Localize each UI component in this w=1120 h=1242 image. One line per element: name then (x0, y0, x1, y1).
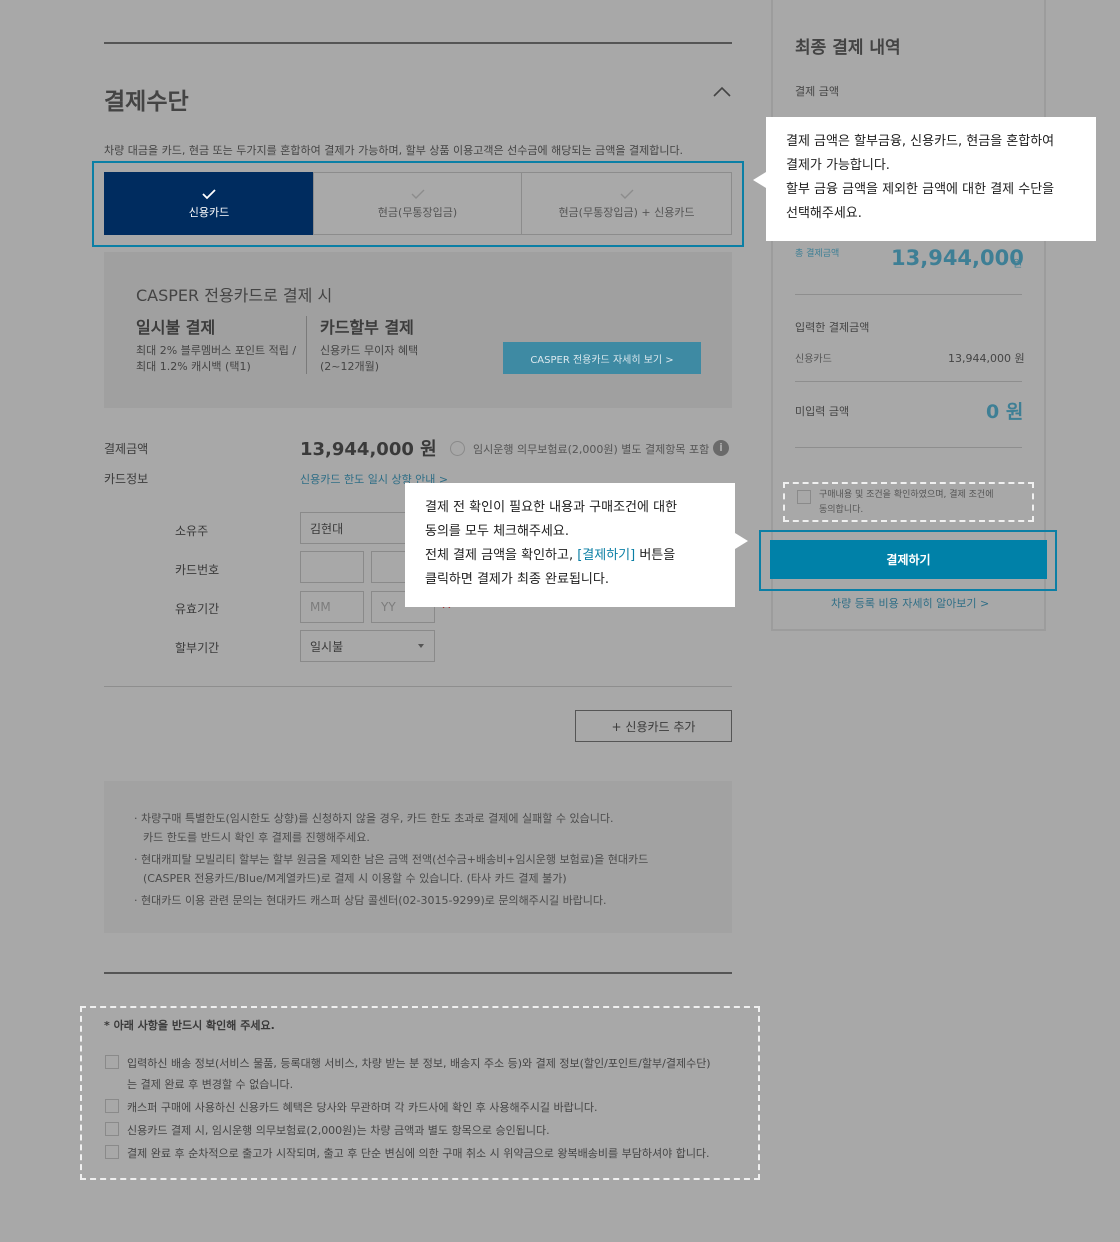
form-divider (104, 686, 732, 687)
chevron-up-icon[interactable] (712, 84, 732, 98)
section-title: 결제수단 (104, 89, 189, 115)
agree-line: 구매내용 및 조건을 확인하였으며, 결제 조건에 (819, 490, 994, 500)
dropdown-arrow-icon (418, 644, 424, 648)
notice-line: · 차량구매 특별한도(임시한도 상향)를 신청하지 않을 경우, 카드 한도 … (134, 812, 614, 825)
card-number-field-1[interactable] (300, 551, 364, 583)
agree-checkbox[interactable] (797, 490, 811, 504)
tooltip-line: 결제 전 확인이 필요한 내용과 구매조건에 대한 (425, 500, 678, 515)
confirm-checkbox-4[interactable] (105, 1145, 119, 1159)
total-value: 13,944,000 (891, 246, 1024, 270)
tooltip-arrow (735, 533, 748, 549)
tooltip-line: 결제 금액은 할부금융, 신용카드, 현금을 혼합하여 (786, 134, 1055, 149)
confirm-checkbox-3[interactable] (105, 1122, 119, 1136)
confirm-title: * 아래 사항을 반드시 확인해 주세요. (104, 1019, 275, 1032)
entered-amount-label: 입력한 결제금액 (795, 321, 870, 334)
tooltip-line: 클릭하면 결제가 최종 완료됩니다. (425, 572, 609, 587)
promo-lump-desc: 최대 2% 블루멤버스 포인트 적립 / (136, 344, 297, 357)
casper-card-detail-button[interactable]: CASPER 전용카드 자세히 보기 > (503, 342, 701, 374)
entered-card-label: 신용카드 (795, 354, 832, 365)
promo-install-desc: (2~12개월) (320, 360, 380, 373)
promo-title: CASPER 전용카드로 결제 시 (136, 286, 333, 305)
tabs-highlight-frame (92, 161, 744, 247)
summary-divider (795, 294, 1022, 295)
owner-label: 소유주 (175, 524, 209, 538)
tooltip-line: 할부 금융 금액을 제외한 금액에 대한 결제 수단을 (786, 182, 1055, 197)
installment-value: 일시불 (310, 639, 344, 654)
notice-line: (CASPER 전용카드/Blue/M계열카드)로 결제 시 이용할 수 있습니… (143, 872, 567, 885)
tooltip-line: 결제가 가능합니다. (786, 158, 890, 173)
payment-method-description: 차량 대금을 카드, 현금 또는 두가지를 혼합하여 결제가 가능하며, 할부 … (104, 144, 684, 157)
section-divider-bottom (104, 972, 732, 974)
registration-cost-link[interactable]: 차량 등록 비용 자세히 알아보기 > (831, 595, 989, 611)
tooltip-payment-method: 결제 금액은 할부금융, 신용카드, 현금을 혼합하여 결제가 가능합니다. 할… (766, 117, 1096, 241)
notice-line: · 현대카드 이용 관련 문의는 현대카드 캐스퍼 상담 콜센터(02-3015… (134, 894, 607, 907)
entered-card-value: 13,944,000 원 (948, 352, 1025, 365)
total-label: 총 결제금액 (795, 249, 840, 259)
tooltip-arrow (753, 172, 766, 188)
amount-label: 결제금액 (104, 442, 149, 456)
remaining-value: 0 원 (986, 401, 1024, 423)
info-icon[interactable]: i (713, 440, 729, 456)
summary-divider (795, 381, 1022, 382)
add-card-button[interactable]: + 신용카드 추가 (575, 710, 732, 742)
summary-title: 최종 결제 내역 (795, 38, 901, 58)
promo-lump-title: 일시불 결제 (136, 318, 216, 337)
tooltip-pay-confirm: 결제 전 확인이 필요한 내용과 구매조건에 대한 동의를 모두 체크해주세요.… (405, 483, 735, 607)
promo-install-desc: 신용카드 무이자 혜택 (320, 344, 419, 357)
card-number-label: 카드번호 (175, 563, 220, 577)
confirm-checkbox-2[interactable] (105, 1099, 119, 1113)
agree-line: 동의합니다. (819, 505, 864, 515)
pay-button[interactable]: 결제하기 (770, 540, 1047, 579)
promo-install-title: 카드할부 결제 (320, 318, 414, 337)
card-info-label: 카드정보 (104, 472, 149, 486)
insurance-option-label: 임시운행 의무보험료(2,000원) 별도 결제항목 포함 (473, 443, 710, 456)
notice-line: 카드 한도를 반드시 확인 후 결제를 진행해주세요. (143, 831, 370, 844)
confirm-item: 신용카드 결제 시, 임시운행 의무보험료(2,000원)는 차량 금액과 별도… (127, 1124, 550, 1137)
remaining-label: 미입력 금액 (795, 405, 850, 418)
confirm-item: 캐스퍼 구매에 사용하신 신용카드 혜택은 당사와 무관하며 각 카드사에 확인… (127, 1101, 598, 1114)
expiry-month-field[interactable]: MM (300, 591, 364, 623)
expiry-label: 유효기간 (175, 602, 220, 616)
tooltip-pay-link: [결제하기] (577, 548, 636, 563)
tooltip-text: 버튼을 (635, 548, 676, 563)
tooltip-line: 전체 결제 금액을 확인하고, [결제하기] 버튼을 (425, 544, 735, 568)
promo-lump-desc: 최대 1.2% 캐시백 (택1) (136, 360, 251, 373)
confirm-checkbox-1[interactable] (105, 1055, 119, 1069)
total-unit: 원 (1013, 259, 1023, 270)
confirm-item: 결제 완료 후 순차적으로 출고가 시작되며, 출고 후 단순 변심에 의한 구… (127, 1147, 710, 1160)
confirm-item: 는 결제 완료 후 변경할 수 없습니다. (127, 1078, 294, 1091)
promo-divider (306, 316, 307, 374)
confirm-item: 입력하신 배송 정보(서비스 물품, 등록대행 서비스, 차량 받는 분 정보,… (127, 1057, 711, 1070)
installment-select[interactable]: 일시불 (300, 630, 435, 662)
notice-line: · 현대캐피탈 모빌리티 할부는 할부 원금을 제외한 남은 금액 전액(선수금… (134, 853, 649, 866)
tooltip-text: 전체 결제 금액을 확인하고, (425, 548, 578, 563)
summary-divider (795, 447, 1022, 448)
section-divider-top (104, 42, 732, 44)
amount-value: 13,944,000 원 (300, 439, 437, 460)
summary-amount-label: 결제 금액 (795, 85, 839, 98)
tooltip-line: 선택해주세요. (786, 206, 862, 221)
tooltip-line: 동의를 모두 체크해주세요. (425, 524, 569, 539)
insurance-radio[interactable] (450, 441, 465, 456)
installment-label: 할부기간 (175, 641, 220, 655)
agree-text: 구매내용 및 조건을 확인하였으며, 결제 조건에 동의합니다. (819, 488, 994, 518)
